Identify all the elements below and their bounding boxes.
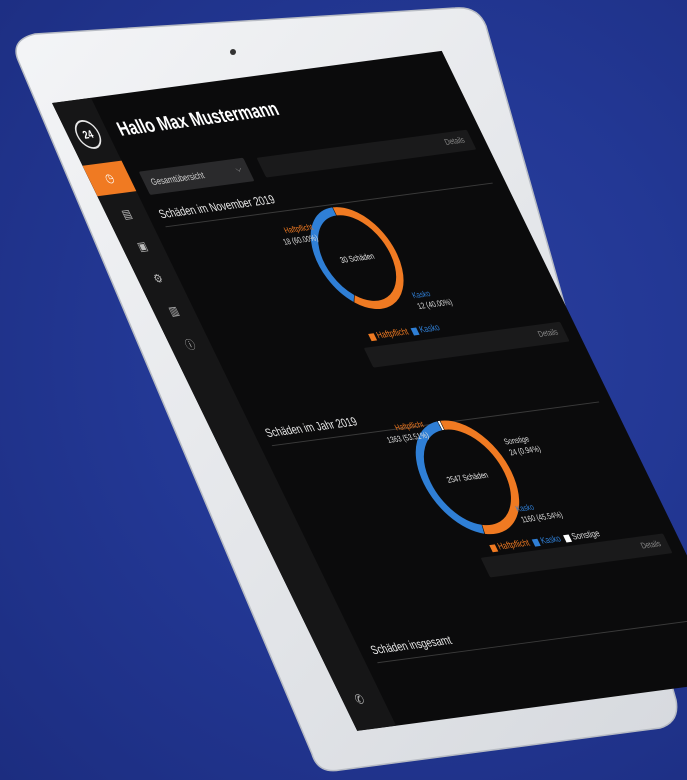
tablet-device: 24 ◷ ▤ ▣ ⚙ ▥ ⓘ ✆ Hallo Max Mustermann Ge… <box>0 0 687 780</box>
camera-icon <box>230 49 236 55</box>
donut-center-label: 2547 Schäden <box>445 470 490 485</box>
screen-container: 24 ◷ ▤ ▣ ⚙ ▥ ⓘ ✆ Hallo Max Mustermann Ge… <box>52 50 687 731</box>
app-screen: 24 ◷ ▤ ▣ ⚙ ▥ ⓘ ✆ Hallo Max Mustermann Ge… <box>52 50 687 731</box>
section3-details-link[interactable]: Details <box>639 539 663 551</box>
